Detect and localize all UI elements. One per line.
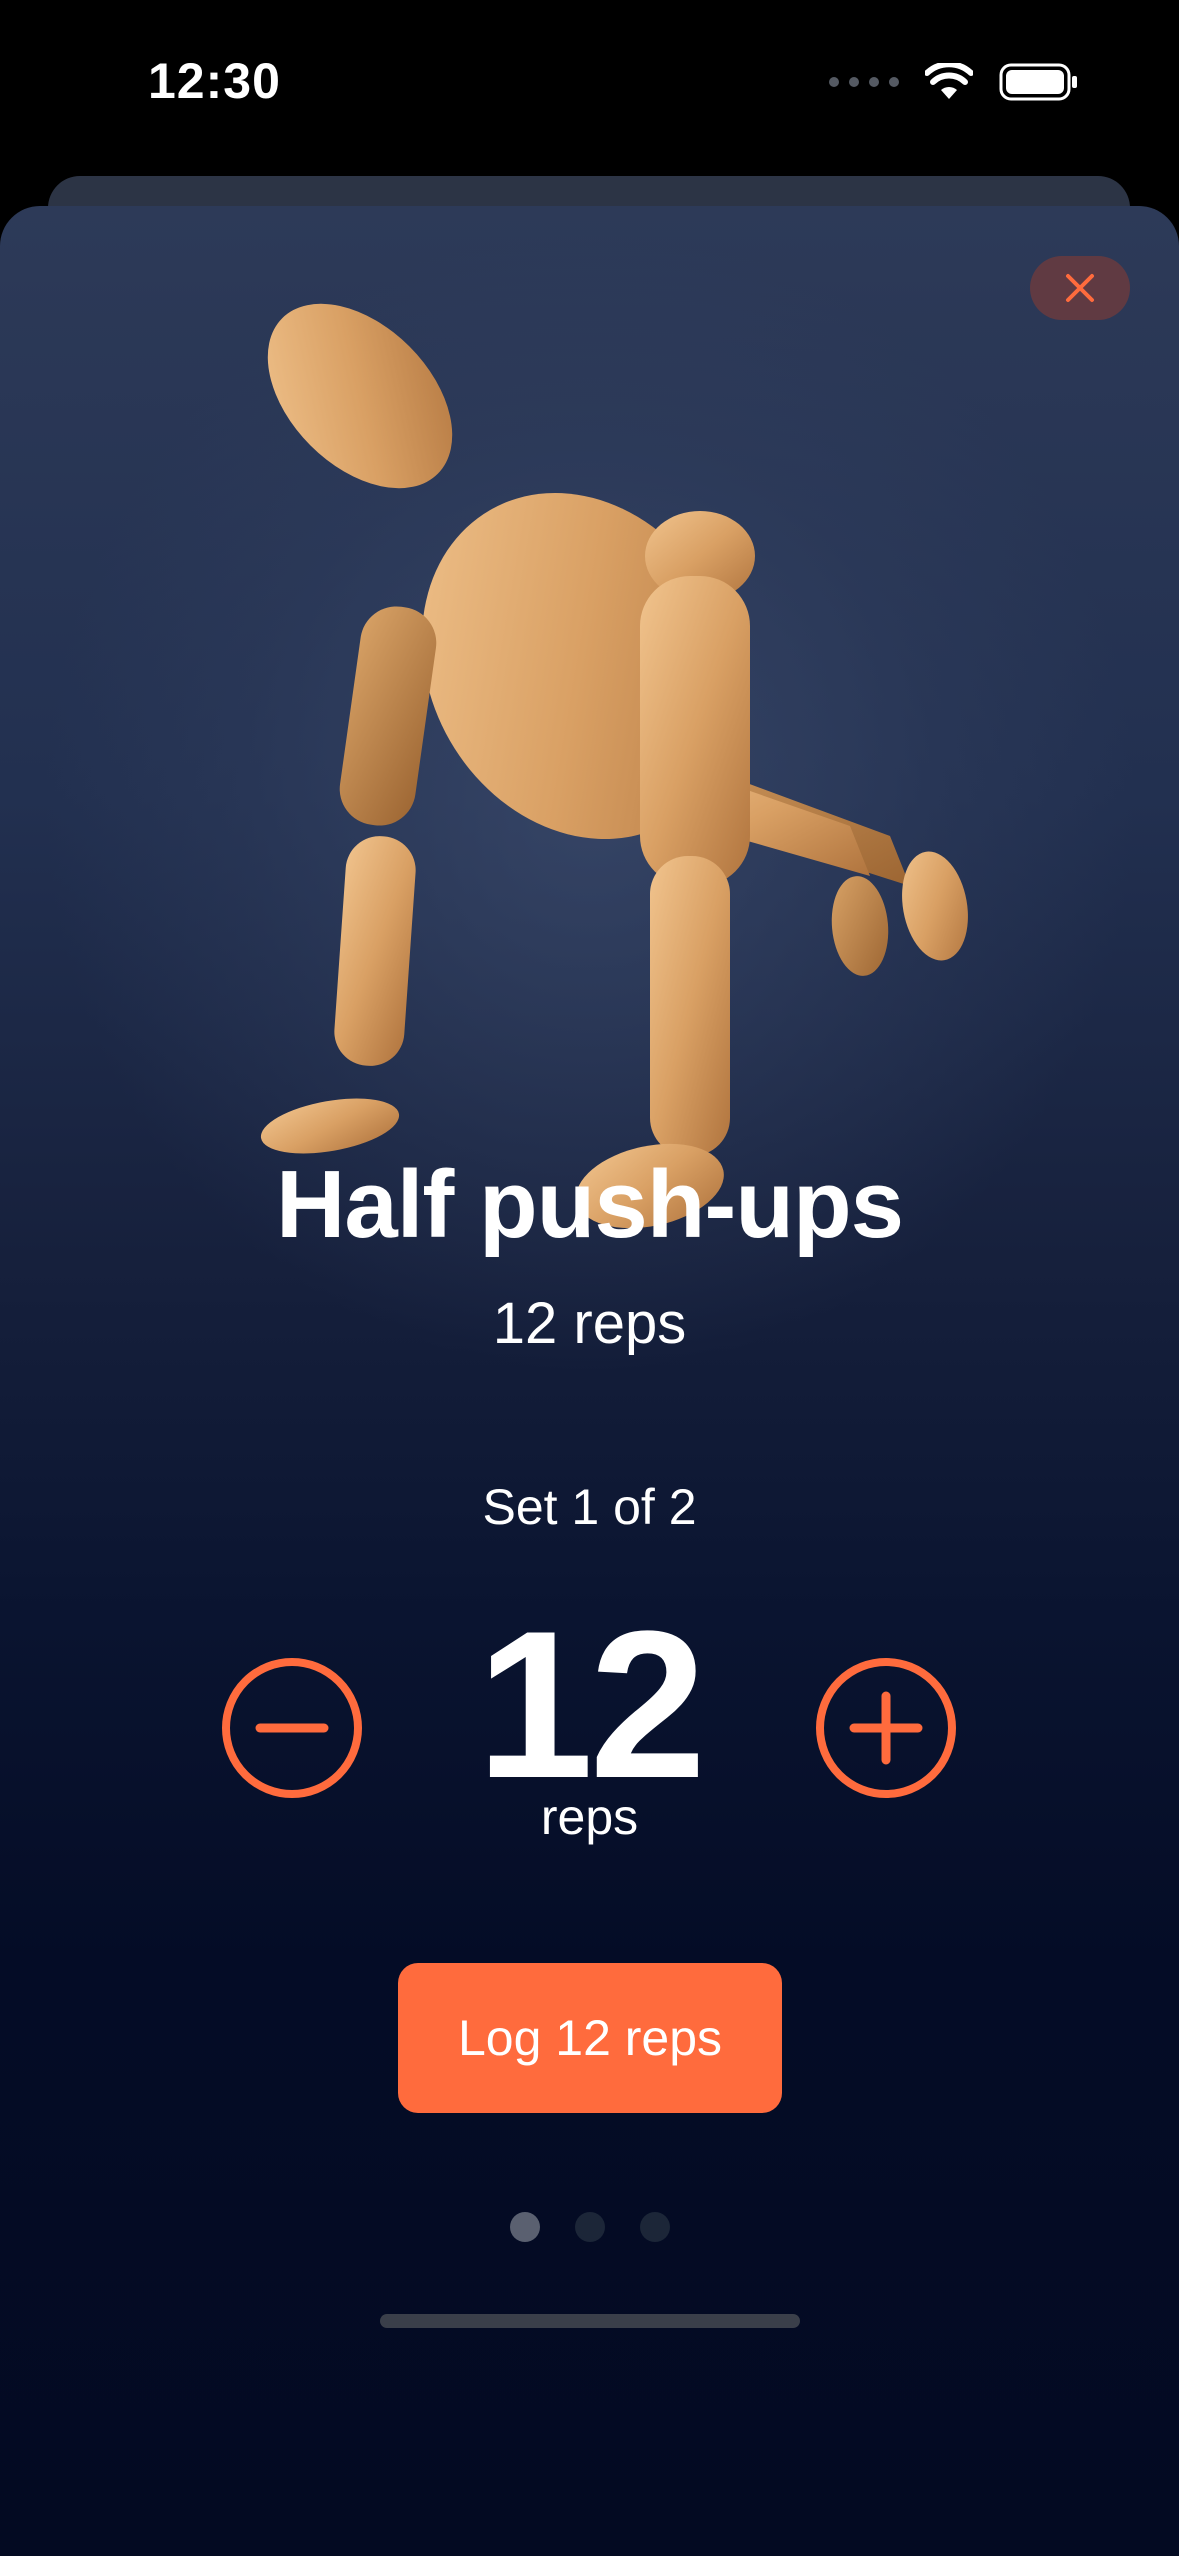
exercise-title: Half push-ups <box>276 1151 904 1258</box>
rep-counter-unit: reps <box>540 1789 639 1845</box>
exercise-target: 12 reps <box>492 1291 687 1356</box>
exercise-figure-illustration <box>260 303 968 1229</box>
status-time: 12:30 <box>148 53 281 109</box>
log-reps-button[interactable]: Log 12 reps <box>398 1963 782 2113</box>
exercise-sheet <box>0 206 1179 2556</box>
increment-reps-button[interactable] <box>814 1656 958 1800</box>
page-dot[interactable] <box>574 2212 605 2242</box>
rep-counter-value: 12 <box>476 1587 707 1822</box>
page-indicator <box>0 2212 1179 2242</box>
screen: 12:30 Half push-ups 12 reps Set 1 of 2 1… <box>0 0 1179 2556</box>
log-reps-button-label: Log 12 reps <box>457 2010 723 2066</box>
status-bar: 12:30 <box>0 0 1179 170</box>
set-progress-label: Set 1 of 2 <box>482 1479 697 1535</box>
battery-icon <box>999 63 1077 101</box>
cellular-signal-icon <box>829 77 899 87</box>
wifi-icon <box>925 63 973 99</box>
page-dot[interactable] <box>639 2212 670 2242</box>
close-button[interactable] <box>1030 256 1130 320</box>
close-icon <box>1066 274 1094 302</box>
status-indicators <box>829 62 1079 102</box>
plus-circle-icon <box>816 1658 956 1798</box>
home-indicator[interactable] <box>380 2314 800 2328</box>
page-dot[interactable] <box>509 2212 540 2242</box>
